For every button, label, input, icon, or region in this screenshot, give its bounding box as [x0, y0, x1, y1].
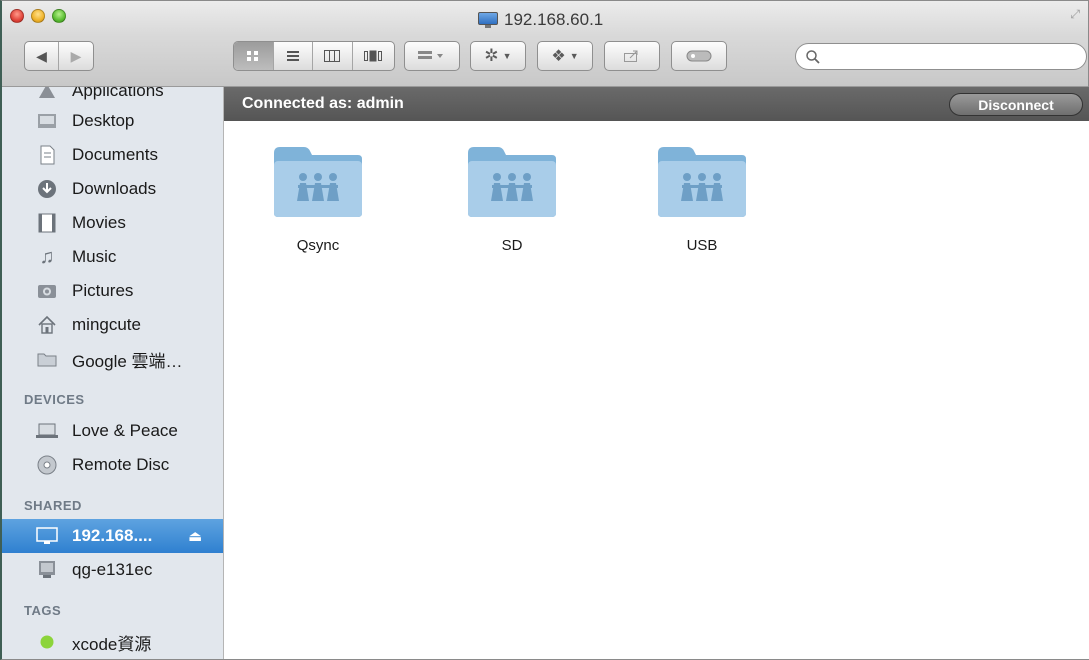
chevron-down-icon: ▼: [569, 51, 579, 61]
sidebar-item-desktop[interactable]: Desktop: [2, 104, 223, 138]
sidebar-item-label: Remote Disc: [72, 455, 170, 474]
sidebar-item-tag-xcode[interactable]: xcode資源: [2, 625, 223, 659]
tag-color-dot-icon: [36, 631, 58, 653]
sidebar-item-label: 192.168....: [72, 526, 153, 545]
sidebar-item-label: Documents: [72, 145, 158, 164]
window-title-text: 192.168.60.1: [504, 10, 604, 29]
documents-icon: [36, 144, 58, 166]
folder-name: USB: [686, 237, 718, 254]
sidebar-item-documents[interactable]: Documents: [2, 138, 223, 172]
search-field[interactable]: [795, 43, 1087, 70]
tags-button[interactable]: [671, 41, 727, 71]
column-view-button[interactable]: [313, 42, 353, 70]
gear-icon: ✲: [484, 46, 499, 65]
laptop-icon: [36, 420, 58, 442]
sidebar-item-label: Desktop: [72, 111, 135, 130]
dropbox-button[interactable]: ❖ ▼: [537, 41, 593, 71]
icon-view-icon: [247, 51, 259, 61]
share-button[interactable]: [604, 41, 660, 71]
shared-folder-icon: [468, 147, 556, 217]
toolbar: ◀ ▶ ✲ ▼ ❖ ▼: [2, 41, 1088, 75]
disc-icon: [36, 454, 58, 476]
zoom-button[interactable]: [52, 9, 66, 23]
shared-folder-icon: [274, 147, 362, 217]
sidebar-item-label: Movies: [72, 213, 126, 232]
shared-folder-sd[interactable]: SD: [457, 143, 567, 254]
sidebar-item-label: Love & Peace: [72, 421, 178, 440]
tags-header: TAGS: [24, 603, 62, 618]
sidebar-item-label: Downloads: [72, 179, 157, 198]
applications-icon: [36, 87, 58, 102]
content-area: Connected as: admin Disconnect Qsync SD …: [224, 87, 1089, 659]
music-icon: ♫: [39, 245, 55, 268]
coverflow-view-button[interactable]: [353, 42, 394, 70]
movies-icon: [36, 212, 58, 234]
column-view-icon: [324, 50, 341, 62]
arrange-icon: [418, 51, 443, 59]
disconnect-button[interactable]: Disconnect: [949, 93, 1083, 116]
sidebar: Applications Desktop Documents Downloads…: [2, 87, 224, 659]
action-button[interactable]: ✲ ▼: [470, 41, 526, 71]
sidebar-item-home[interactable]: mingcute: [2, 308, 223, 342]
share-icon: [624, 50, 638, 62]
devices-header: DEVICES: [24, 392, 85, 407]
monitor-icon: [478, 12, 498, 28]
sidebar-item-movies[interactable]: Movies: [2, 206, 223, 240]
sidebar-item-google-drive[interactable]: Google 雲端…: [2, 342, 223, 376]
connected-as-label: Connected as: admin: [242, 95, 404, 112]
chevron-down-icon: ▼: [502, 51, 512, 61]
sidebar-item-label: xcode資源: [72, 634, 152, 654]
sidebar-item-label: qg-e131ec: [72, 560, 153, 579]
title-bar: 192.168.60.1 ⤢ ◀ ▶ ✲ ▼ ❖ ▼: [2, 1, 1088, 87]
server-icon: [36, 559, 58, 581]
sidebar-item-remote-disc[interactable]: Remote Disc: [2, 448, 223, 482]
eject-icon[interactable]: ⏏: [188, 527, 202, 545]
close-button[interactable]: [10, 9, 24, 23]
sidebar-item-label: mingcute: [72, 315, 141, 334]
sidebar-item-love-peace[interactable]: Love & Peace: [2, 414, 223, 448]
forward-button[interactable]: ▶: [59, 42, 93, 70]
sidebar-item-label: Google 雲端…: [72, 351, 183, 371]
back-button[interactable]: ◀: [25, 42, 60, 70]
coverflow-view-icon: [364, 50, 383, 62]
sidebar-item-label: Music: [72, 247, 117, 266]
home-icon: [36, 314, 58, 336]
connection-bar: Connected as: admin Disconnect: [224, 87, 1089, 121]
sidebar-item-music[interactable]: ♫ Music: [2, 240, 223, 274]
list-view-icon: [286, 51, 299, 61]
list-view-button[interactable]: [274, 42, 314, 70]
icon-view-button[interactable]: [234, 42, 274, 70]
sidebar-item-downloads[interactable]: Downloads: [2, 172, 223, 206]
shared-header: SHARED: [24, 498, 82, 513]
minimize-button[interactable]: [31, 9, 45, 23]
folder-name: SD: [501, 237, 523, 254]
shared-folder-qsync[interactable]: Qsync: [263, 143, 373, 254]
sidebar-item-192-168[interactable]: 192.168.... ⏏: [2, 519, 223, 553]
fullscreen-icon[interactable]: ⤢: [1070, 7, 1080, 22]
monitor-icon: [36, 525, 58, 547]
window-title: 192.168.60.1: [478, 10, 603, 30]
search-input[interactable]: [826, 49, 1066, 64]
finder-window: 192.168.60.1 ⤢ ◀ ▶ ✲ ▼ ❖ ▼ Applications …: [0, 0, 1089, 660]
view-mode-control: [233, 41, 395, 71]
folder-name: Qsync: [296, 237, 340, 254]
search-icon: [806, 49, 820, 64]
folder-icon: [36, 348, 58, 370]
back-forward-control: ◀ ▶: [24, 41, 94, 71]
downloads-icon: [36, 178, 58, 200]
sidebar-item-label: Applications: [72, 87, 164, 100]
shared-folder-usb[interactable]: USB: [647, 143, 757, 254]
pictures-icon: [36, 280, 58, 302]
dropbox-icon: ❖: [551, 48, 566, 65]
sidebar-item-qg-e131ec[interactable]: qg-e131ec: [2, 553, 223, 587]
sidebar-item-pictures[interactable]: Pictures: [2, 274, 223, 308]
sidebar-item-label: Pictures: [72, 281, 134, 300]
tag-icon: [686, 50, 712, 62]
desktop-icon: [36, 110, 58, 132]
arrange-button[interactable]: [404, 41, 460, 71]
shared-folder-icon: [658, 147, 746, 217]
